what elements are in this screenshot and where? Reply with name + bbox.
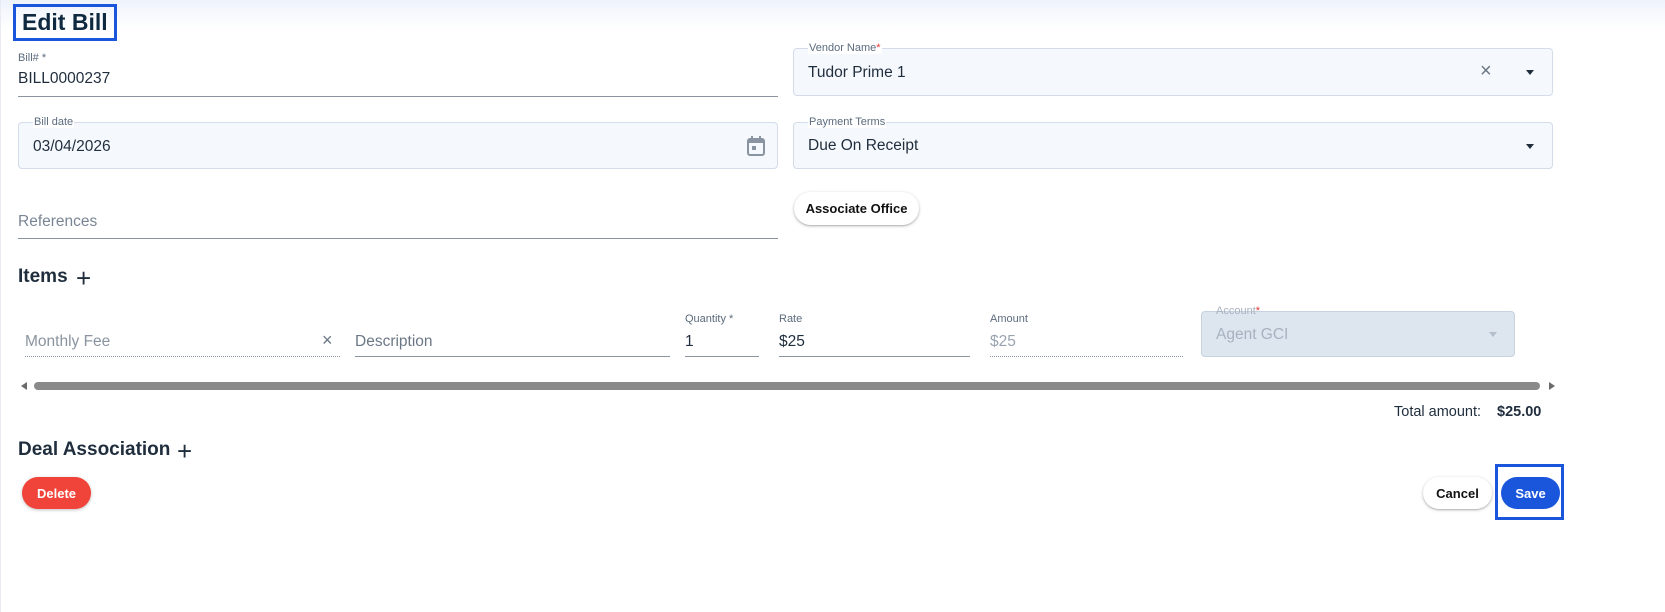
total-amount-label: Total amount: [1394, 404, 1482, 420]
page-title-highlight: Edit Bill [13, 4, 117, 41]
item-description-placeholder: Description [355, 333, 433, 350]
scroll-left-icon[interactable] [21, 382, 27, 390]
references-placeholder: References [18, 213, 98, 230]
cancel-button[interactable]: Cancel [1423, 477, 1492, 509]
account-value: Agent GCI [1216, 326, 1289, 343]
items-heading: Items [18, 266, 68, 287]
close-icon[interactable]: × [1480, 60, 1492, 83]
quantity-label: Quantity * [685, 313, 734, 325]
payment-terms-value: Due On Receipt [808, 137, 919, 154]
total-amount-value: $25.00 [1497, 404, 1542, 420]
save-button[interactable]: Save [1501, 477, 1560, 509]
account-label: Account* [1216, 305, 1261, 317]
item-amount-field: Amount $25 [990, 310, 1183, 357]
bill-date-label: Bill date [33, 116, 75, 128]
horizontal-scrollbar[interactable] [21, 381, 1559, 391]
quantity-value: 1 [685, 333, 694, 350]
scrollbar-thumb[interactable] [34, 382, 1540, 390]
vendor-name-label: Vendor Name* [808, 42, 882, 54]
bill-number-field[interactable]: Bill# * BILL0000237 [18, 50, 778, 97]
bill-date-value: 03/04/2026 [33, 138, 111, 155]
bill-date-field[interactable]: Bill date 03/04/2026 [18, 116, 778, 169]
plus-icon[interactable]: + [76, 265, 91, 291]
rate-label: Rate [779, 313, 803, 325]
rate-value: $25 [779, 333, 805, 350]
item-description-input[interactable]: Description [355, 326, 670, 357]
item-name-select[interactable]: Monthly Fee × [25, 326, 340, 357]
close-icon[interactable]: × [322, 330, 333, 351]
payment-terms-select[interactable]: Payment Terms Due On Receipt [793, 116, 1553, 169]
calendar-icon[interactable] [747, 136, 765, 161]
payment-terms-label: Payment Terms [808, 116, 887, 128]
caret-down-icon[interactable] [1526, 70, 1534, 75]
deal-association-heading: Deal Association [18, 439, 171, 460]
plus-icon[interactable]: + [177, 438, 192, 464]
amount-label: Amount [990, 313, 1028, 325]
account-select[interactable]: Account* Agent GCI [1201, 305, 1515, 357]
amount-value: $25 [990, 333, 1016, 350]
caret-down-icon[interactable] [1526, 144, 1534, 149]
references-input[interactable]: References [18, 200, 778, 239]
vendor-name-value: Tudor Prime 1 [808, 64, 906, 81]
item-quantity-input[interactable]: Quantity * 1 [685, 310, 759, 357]
item-name-value: Monthly Fee [25, 333, 111, 350]
bill-number-value: BILL0000237 [18, 70, 111, 87]
edit-bill-page: Edit Bill Bill# * BILL0000237 Vendor Nam… [0, 0, 1665, 612]
scroll-right-icon[interactable] [1549, 382, 1555, 390]
vendor-name-select[interactable]: Vendor Name* Tudor Prime 1 × [793, 42, 1553, 96]
caret-down-icon [1489, 332, 1497, 337]
page-title: Edit Bill [22, 9, 108, 35]
associate-office-button[interactable]: Associate Office [794, 192, 919, 225]
bill-number-label: Bill# * [18, 52, 47, 64]
item-rate-input[interactable]: Rate $25 [779, 310, 970, 357]
delete-button[interactable]: Delete [22, 477, 91, 509]
